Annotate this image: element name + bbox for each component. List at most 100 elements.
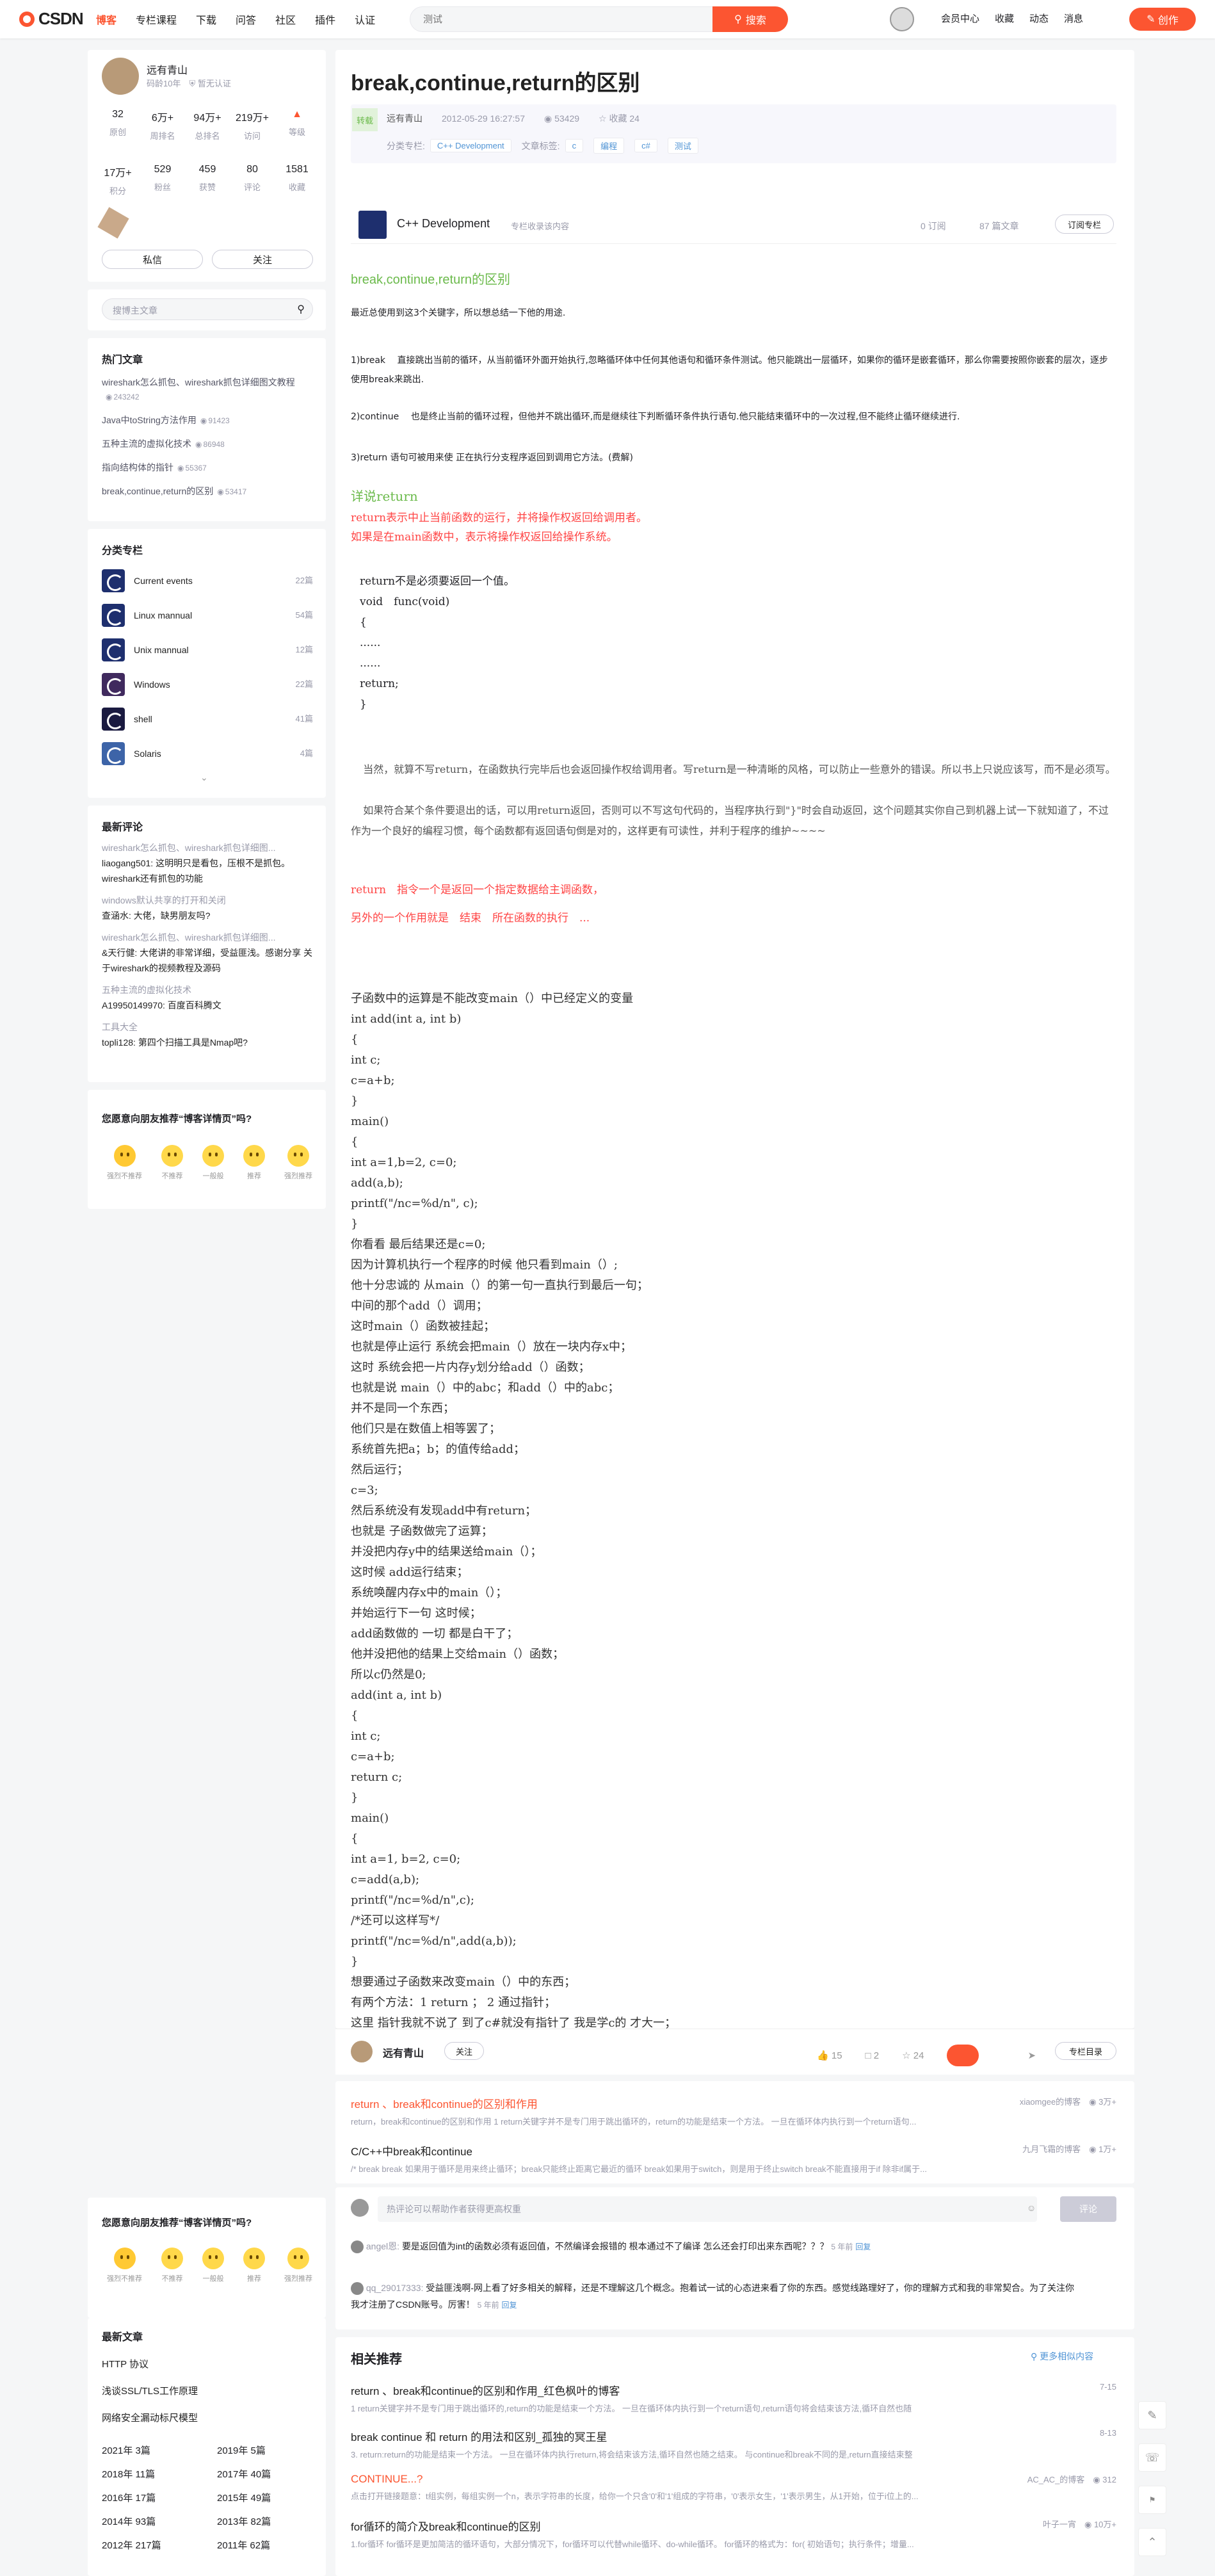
vip-center-link[interactable]: 会员中心 [941,12,979,25]
comment-item[interactable]: wireshark怎么抓包、wireshark抓包详细图... &天行健: 大佬讲… [102,930,313,976]
like-button[interactable]: 👍 15 [817,2050,842,2061]
meta-fav[interactable]: 收藏 24 [609,113,640,124]
article-tag[interactable]: c# [634,139,657,152]
rating-option[interactable]: 强烈推荐 [284,2248,312,2283]
comment-input[interactable]: 热评论可以帮助作者获得更高权重 [378,2196,1037,2222]
article-tag[interactable]: 测试 [667,138,698,154]
rec-item[interactable]: return 、break和continue的区别和作用_红色枫叶的博客 7-15… [351,2382,1116,2414]
comment-item[interactable]: 五种主流的虚拟化技术 A19950149970: 百度百科腾文 [102,982,313,1013]
nav-qa[interactable]: 问答 [236,12,256,27]
author-avatar-small[interactable] [351,2041,373,2062]
archive-item[interactable]: 2013年 82篇 [217,2515,313,2528]
nav-community[interactable]: 社区 [275,12,296,27]
category-item[interactable]: shell 41篇 [102,702,313,736]
user-avatar[interactable] [890,7,914,31]
article-tag[interactable]: 编程 [593,138,625,154]
archive-item[interactable]: 2018年 11篇 [102,2467,217,2481]
more-similar-link[interactable]: ⚲ 更多相似内容 [1031,2350,1093,2363]
meta-author[interactable]: 远有青山 [387,112,422,125]
column-icon[interactable] [358,211,387,239]
list-item[interactable]: wireshark怎么抓包、wireshark抓包详细图文教程 ◉ 243242 [102,375,313,404]
archive-item[interactable]: 2011年 62篇 [217,2538,313,2552]
rating-option[interactable]: 不推荐 [161,2248,183,2283]
nav-plugins[interactable]: 插件 [315,12,335,27]
archive-item[interactable]: 2014年 93篇 [102,2515,217,2528]
category-tag[interactable]: C++ Development [430,139,511,152]
category-item[interactable]: Unix mannual 12篇 [102,633,313,667]
author-avatar[interactable] [102,58,139,95]
search-icon[interactable]: ⚲ [297,303,305,316]
archive-item[interactable]: 2015年 49篇 [217,2491,313,2504]
blog-search-input[interactable]: 搜博主文章 [113,304,157,317]
list-item[interactable]: 指向结构体的指针 ◉ 55367 [102,460,313,475]
favorites-link[interactable]: 收藏 [995,12,1014,25]
archive-item[interactable]: 2019年 5篇 [217,2443,313,2457]
rec-item[interactable]: break continue 和 return 的用法和区别_孤独的冥王星 8-1… [351,2428,1116,2460]
comment-item[interactable]: windows默认共享的打开和关闭 查涵水: 大佬，缺男朋友吗? [102,893,313,923]
comment-item[interactable]: 工具大全 topli128: 第四个扫描工具是Nmap吧? [102,1019,313,1050]
create-button[interactable]: ✎ 创作 [1129,8,1196,31]
stat-fans[interactable]: 529 粉丝 [140,164,185,193]
subscribe-column-button[interactable]: 订阅专栏 [1055,215,1114,234]
nav-blog[interactable]: 博客 [96,12,117,27]
stat-likes[interactable]: 459 获赞 [185,164,230,193]
stat-favorites[interactable]: 1581 收藏 [275,164,319,193]
activity-link[interactable]: 动态 [1029,12,1049,25]
archive-item[interactable]: 2012年 217篇 [102,2538,217,2552]
search-input[interactable] [410,7,692,31]
archive-item[interactable]: 2016年 17篇 [102,2491,217,2504]
reply-link[interactable]: 回复 [855,2242,871,2251]
related-item[interactable]: return 、break和continue的区别和作用 xiaomgee的博客 … [351,2095,1116,2127]
report-icon[interactable]: ⚑ [1138,2486,1166,2514]
reply-link[interactable]: 回复 [501,2301,517,2310]
archive-item[interactable]: 2017年 40篇 [217,2467,313,2481]
list-item[interactable]: 网络安全漏动标尺模型 [102,2405,313,2432]
csdn-logo[interactable]: CSDN [19,9,84,29]
list-item[interactable]: 浅谈SSL/TLS工作原理 [102,2378,313,2405]
related-item[interactable]: C/C++中break和continue 九月飞霜的博客 ◉ 1万+ /* bre… [351,2143,1116,2175]
list-item[interactable]: 五种主流的虚拟化技术 ◉ 86948 [102,437,313,451]
rating-option[interactable]: 不推荐 [161,1145,183,1181]
stat-level[interactable]: ▲ 等级 [275,109,319,138]
column-name[interactable]: C++ Development [397,217,490,231]
search-button[interactable]: ⚲ 搜索 [712,6,788,32]
stat-total-rank[interactable]: 94万+ 总排名 [185,109,230,142]
rec-item[interactable]: CONTINUE...? AC_AC_的博客 ◉ 312 点击打开链接题意：t组实… [351,2473,1116,2502]
emoji-icon[interactable]: ☺ [1027,2203,1036,2213]
nav-certification[interactable]: 认证 [355,12,375,27]
chevron-down-icon[interactable]: ⌄ [200,772,208,783]
reward-button[interactable] [947,2045,979,2066]
rating-option[interactable]: 一般般 [202,1145,224,1181]
category-item[interactable]: Linux mannual 54篇 [102,598,313,633]
footer-follow-button[interactable]: 关注 [444,2042,484,2060]
message-button[interactable]: 私信 [102,250,203,269]
list-item[interactable]: HTTP 协议 [102,2351,313,2378]
badge-icon[interactable] [97,207,129,239]
rating-option[interactable]: 推荐 [243,1145,265,1181]
back-to-top-icon[interactable]: ⌃ [1138,2528,1166,2556]
category-item[interactable]: Current events 22篇 [102,563,313,598]
comment-user[interactable]: angel恩: [366,2241,399,2251]
support-icon[interactable]: ☏ [1138,2443,1166,2472]
stat-points[interactable]: 17万+ 积分 [95,164,140,197]
category-item[interactable]: Solaris 4篇 [102,736,313,771]
article-tag[interactable]: c [565,139,584,152]
stat-original[interactable]: 32 原创 [95,109,140,138]
rating-option[interactable]: 一般般 [202,2248,224,2283]
rating-option[interactable]: 强烈不推荐 [107,1145,142,1181]
stat-visits[interactable]: 219万+ 访问 [230,109,275,142]
rating-option[interactable]: 强烈不推荐 [107,2248,142,2283]
author-name[interactable]: 远有青山 [147,61,188,77]
category-item[interactable]: Windows 22篇 [102,667,313,702]
comment-button[interactable]: □ 2 [865,2050,880,2061]
messages-link[interactable]: 消息 [1064,12,1083,25]
footer-author[interactable]: 远有青山 [383,2045,424,2060]
comment-user[interactable]: qq_29017333: [366,2283,424,2293]
column-directory-button[interactable]: 专栏目录 [1055,2042,1116,2060]
edit-icon[interactable]: ✎ [1138,2401,1166,2429]
follow-button[interactable]: 关注 [212,250,313,269]
list-item[interactable]: Java中toString方法作用 ◉ 91423 [102,413,313,428]
nav-download[interactable]: 下载 [196,12,216,27]
rec-item[interactable]: for循环的简介及break和continue的区别 叶子一宵 ◉ 10万+ 1.… [351,2518,1116,2550]
archive-item[interactable]: 2021年 3篇 [102,2443,217,2457]
